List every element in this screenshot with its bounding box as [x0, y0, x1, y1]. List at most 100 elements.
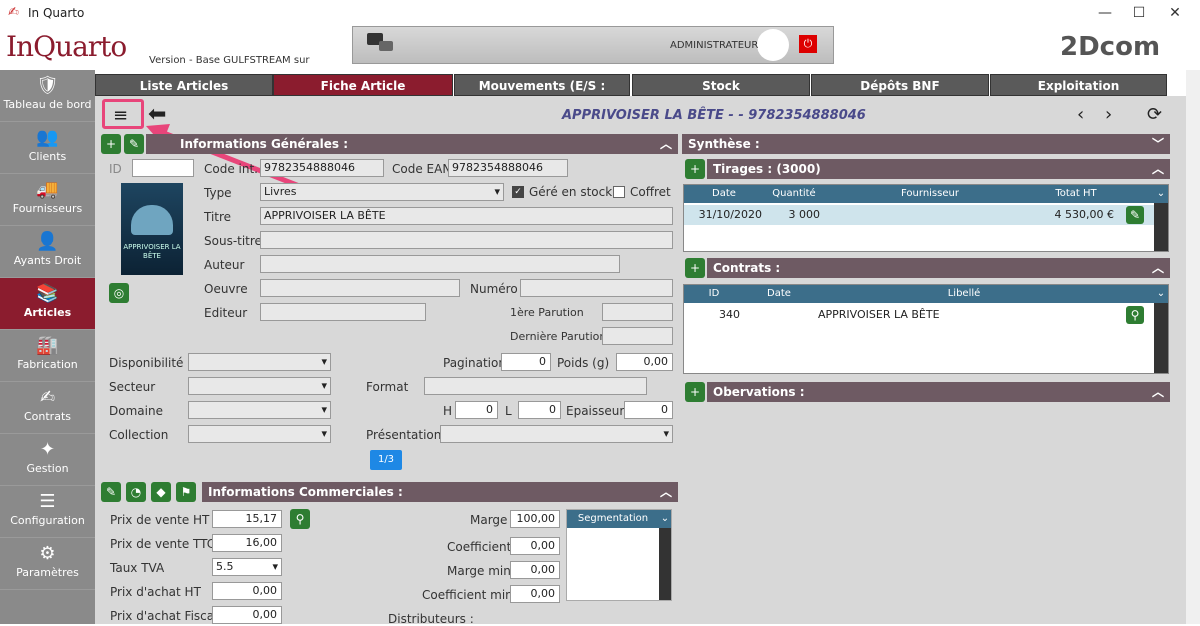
disponibilite-select[interactable]: ▾ — [188, 353, 331, 371]
tag-icon[interactable]: ◆ — [151, 482, 171, 502]
poids-field[interactable]: 0,00 — [616, 353, 673, 371]
scrollbar[interactable] — [1154, 303, 1168, 373]
chevron-down-icon: ▾ — [272, 560, 278, 573]
editeur-field[interactable] — [260, 303, 426, 321]
window-scrollbar[interactable] — [1186, 70, 1200, 624]
cover-face — [131, 205, 173, 235]
tab-depots-bnf[interactable]: Dépôts BNF — [811, 74, 989, 96]
refresh-icon[interactable]: ⟳ — [1147, 104, 1162, 125]
scrollbar[interactable] — [659, 528, 671, 600]
derniere-parution-field[interactable] — [602, 327, 673, 345]
secteur-select[interactable]: ▾ — [188, 377, 331, 395]
auteur-field[interactable] — [260, 255, 620, 273]
pafiscal-field[interactable]: 0,00 — [212, 606, 282, 624]
pagination-field[interactable]: 0 — [501, 353, 551, 371]
sidebar-item-fabrication[interactable]: 🏭 Fabrication — [0, 330, 95, 382]
sidebar-item-ayants-droit[interactable]: 👤 Ayants Droit — [0, 226, 95, 278]
tva-select[interactable]: 5.5 ▾ — [212, 558, 282, 576]
gere-stock-label: Géré en stock — [529, 185, 613, 199]
next-arrow-icon[interactable]: › — [1105, 104, 1112, 125]
chevron-down-icon[interactable]: ⌄ — [1154, 185, 1168, 203]
prev-arrow-icon[interactable]: ‹ — [1077, 104, 1084, 125]
search-icon[interactable]: ⚲ — [290, 509, 310, 529]
marge-field[interactable]: 100,00 — [510, 510, 560, 528]
h-field[interactable]: 0 — [455, 401, 498, 419]
coef-field[interactable]: 0,00 — [510, 537, 560, 555]
pvttc-field[interactable]: 16,00 — [212, 534, 282, 552]
format-field[interactable] — [424, 377, 647, 395]
id-field[interactable] — [132, 159, 194, 177]
person-run-icon[interactable]: ⚑ — [176, 482, 196, 502]
chart-icon[interactable]: ◔ — [126, 482, 146, 502]
chevron-down-icon[interactable]: ⌄ — [659, 510, 671, 528]
sidebar-item-gestion[interactable]: ✦ Gestion — [0, 434, 95, 486]
paht-field[interactable]: 0,00 — [212, 582, 282, 600]
chevron-down-icon[interactable]: ⌄ — [1154, 285, 1168, 303]
sidebar-item-parametres[interactable]: ⚙ Paramètres — [0, 538, 95, 590]
add-tirage-icon[interactable]: + — [685, 159, 705, 179]
pagination-label: Pagination — [443, 356, 506, 370]
add-icon[interactable]: + — [101, 134, 121, 154]
sidebar-item-clients[interactable]: 👥 Clients — [0, 122, 95, 174]
code-ean-field[interactable]: 9782354888046 — [448, 159, 568, 177]
chevron-down-icon[interactable]: ﹀ — [1152, 134, 1164, 154]
search-icon[interactable]: ⚲ — [1126, 306, 1144, 324]
code-int-field[interactable]: 9782354888046 — [260, 159, 384, 177]
sidebar-item-tableau-de-bord[interactable]: 🛡 Tableau de bord — [0, 70, 95, 122]
table-row[interactable]: 340 APPRIVOISER LA BÊTE ⚲ — [684, 305, 1154, 325]
coffret-checkbox[interactable] — [613, 186, 625, 198]
code-int-label: Code int. — [204, 162, 258, 176]
scrollbar[interactable] — [1154, 203, 1168, 251]
shield-icon: 🛡 — [36, 75, 59, 96]
collection-select[interactable]: ▾ — [188, 425, 331, 443]
edit-icon[interactable]: ✎ — [1126, 206, 1144, 224]
sidebar-item-fournisseurs[interactable]: 🚚 Fournisseurs — [0, 174, 95, 226]
epaisseur-field[interactable]: 0 — [624, 401, 673, 419]
chevron-up-icon[interactable]: ︿ — [1152, 382, 1164, 402]
gere-stock-checkbox[interactable]: ✓ — [512, 186, 524, 198]
sous-titre-field[interactable] — [260, 231, 673, 249]
marge-mini-field[interactable]: 0,00 — [510, 561, 560, 579]
edit-icon[interactable]: ✎ — [101, 482, 121, 502]
chevron-down-icon: ▾ — [321, 379, 327, 392]
numero-field[interactable] — [520, 279, 673, 297]
globe-icon[interactable]: ◎ — [109, 283, 129, 303]
code-ean-label: Code EAN — [392, 162, 452, 176]
table-row[interactable]: 31/10/2020 3 000 4 530,00 € ✎ — [684, 205, 1154, 225]
oeuvre-field[interactable] — [260, 279, 460, 297]
chevron-up-icon[interactable]: ︿ — [660, 482, 672, 502]
premiere-parution-field[interactable] — [602, 303, 673, 321]
tab-mouvements[interactable]: Mouvements (E/S : 3000/1679) — [454, 74, 630, 115]
tab-liste-articles[interactable]: Liste Articles — [95, 74, 273, 96]
format-label: Format — [366, 380, 409, 394]
chevron-down-icon: ▾ — [663, 427, 669, 440]
tab-fiche-article[interactable]: Fiche Article — [273, 74, 453, 96]
sidebar-item-contrats[interactable]: ✍ Contrats — [0, 382, 95, 434]
sidebar-item-configuration[interactable]: ☰ Configuration — [0, 486, 95, 538]
tab-exploitation[interactable]: Exploitation — [990, 74, 1167, 96]
chevron-up-icon[interactable]: ︿ — [1152, 159, 1164, 179]
chevron-up-icon[interactable]: ︿ — [1152, 258, 1164, 278]
coef-mini-field[interactable]: 0,00 — [510, 585, 560, 603]
domaine-select[interactable]: ▾ — [188, 401, 331, 419]
sidebar-item-articles[interactable]: 📚 Articles — [0, 278, 95, 330]
page-indicator[interactable]: 1/3 — [370, 450, 402, 470]
add-contrat-icon[interactable]: + — [685, 258, 705, 278]
tab-stock[interactable]: Stock — [632, 74, 810, 96]
h-label: H — [443, 404, 453, 418]
presentation-select[interactable]: ▾ — [440, 425, 673, 443]
collection-label: Collection — [109, 428, 169, 442]
menu-button[interactable]: ≡ — [102, 99, 144, 129]
titre-field[interactable]: APPRIVOISER LA BÊTE — [260, 207, 673, 225]
power-icon[interactable]: ⏻ — [799, 35, 817, 53]
avatar[interactable] — [757, 29, 789, 61]
epaisseur-label: Epaisseur — [566, 404, 625, 418]
sliders-icon: ☰ — [39, 491, 56, 512]
add-observation-icon[interactable]: + — [685, 382, 705, 402]
l-field[interactable]: 0 — [518, 401, 561, 419]
close-button[interactable]: ✕ — [1152, 2, 1198, 24]
chevron-up-icon[interactable]: ︿ — [660, 134, 672, 154]
type-select[interactable]: Livres ▾ — [260, 183, 504, 201]
edit-icon[interactable]: ✎ — [124, 134, 144, 154]
pvht-field[interactable]: 15,17 — [212, 510, 282, 528]
